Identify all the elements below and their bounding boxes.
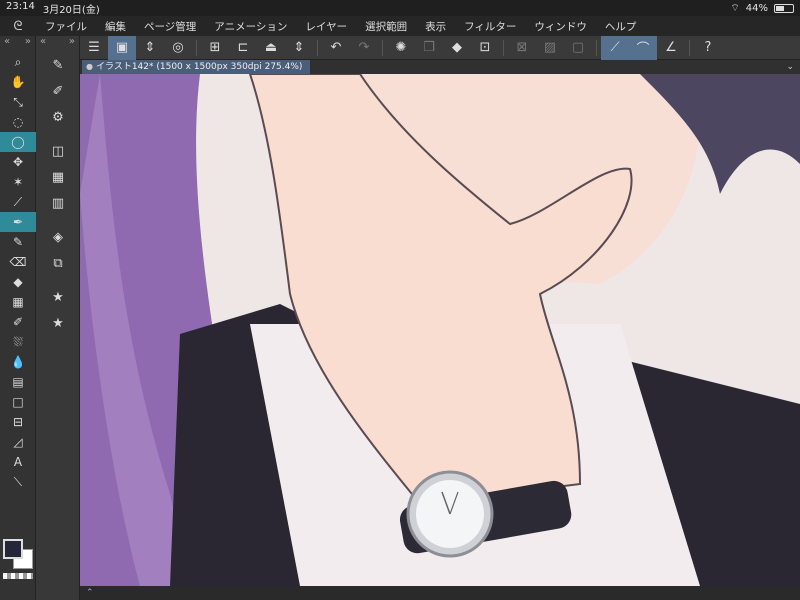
fill-bucket-icon[interactable]: ◆ — [0, 272, 36, 292]
expand-icon[interactable]: » — [69, 36, 75, 52]
lasso-icon[interactable]: ◌ — [0, 112, 36, 132]
rectangle-icon[interactable]: □ — [0, 392, 36, 412]
magic-wand-icon[interactable]: ✶ — [0, 172, 36, 192]
ruler-icon[interactable]: ◿ — [0, 432, 36, 452]
help-icon[interactable]: ? — [694, 36, 722, 60]
collapse-icon[interactable]: « — [4, 36, 10, 52]
animation-icon[interactable]: ▥ — [36, 190, 80, 216]
expand-icon[interactable]: » — [25, 36, 31, 52]
frame-border-icon[interactable]: ⊟ — [0, 412, 36, 432]
menu-selection[interactable]: 選択範囲 — [356, 19, 416, 34]
document-tab-label: イラスト142* (1500 x 1500px 350dpi 275.4%) — [96, 62, 303, 72]
menu-bar: ᘓ ファイル 編集 ページ管理 アニメーション レイヤー 選択範囲 表示 フィル… — [0, 16, 800, 36]
brush-icon[interactable]: ✐ — [0, 312, 36, 332]
zoom-icon[interactable]: ⌕ — [0, 52, 36, 72]
layers-icon[interactable]: ⧉ — [36, 250, 80, 276]
main-color-swatch[interactable] — [3, 539, 23, 559]
pencil-icon[interactable]: ✎ — [0, 232, 36, 252]
status-date: 3月20日(金) — [42, 4, 100, 16]
transform-icon[interactable]: ⊡ — [471, 36, 499, 60]
up-down-icon[interactable]: ⇕ — [136, 36, 164, 60]
transparent-color-swatch[interactable] — [3, 573, 33, 579]
status-time: 23:14 — [6, 0, 35, 12]
brush-settings-icon[interactable]: ✐ — [36, 78, 80, 104]
correction-icon[interactable]: ⟍ — [0, 472, 36, 492]
loading-icon[interactable]: ✺ — [387, 36, 415, 60]
up-down-icon[interactable]: ⇕ — [285, 36, 313, 60]
layer-property-icon[interactable]: ◫ — [36, 138, 80, 164]
menu-help[interactable]: ヘルプ — [596, 19, 646, 34]
battery-percent: 44% — [745, 2, 768, 14]
move-icon[interactable]: ✥ — [0, 152, 36, 172]
blend-icon[interactable]: 💧 — [0, 352, 36, 372]
stroke-icon[interactable]: ▢ — [564, 36, 592, 60]
bottom-bar: ⌃ — [80, 586, 800, 600]
perspective-icon[interactable]: ∠ — [657, 36, 685, 60]
document-tab[interactable]: ● イラスト142* (1500 x 1500px 350dpi 275.4%) — [82, 60, 311, 74]
toolbar-divider — [596, 39, 597, 56]
navigator-icon[interactable]: ▦ — [36, 164, 80, 190]
toolbar-divider — [382, 39, 383, 56]
menu-window[interactable]: ウィンドウ — [525, 19, 596, 34]
clear-icon[interactable]: ⊠ — [508, 36, 536, 60]
open-icon[interactable]: ⊏ — [229, 36, 257, 60]
toolbar-divider — [317, 39, 318, 56]
menu-animation[interactable]: アニメーション — [205, 19, 296, 34]
menu-view[interactable]: 表示 — [416, 19, 455, 34]
battery-level — [776, 5, 784, 11]
menu-filter[interactable]: フィルター — [455, 19, 525, 34]
hand-icon[interactable]: ✋ — [0, 72, 36, 92]
speech-bubble-icon[interactable]: ◯ — [0, 132, 36, 152]
layer-stack-icon[interactable]: ◈ — [36, 224, 80, 250]
layer-target-icon[interactable]: ◎ — [164, 36, 192, 60]
airbrush-icon[interactable]: ⛆ — [0, 332, 36, 352]
collapse-icon[interactable]: « — [40, 36, 46, 52]
menu-layer[interactable]: レイヤー — [296, 19, 356, 34]
undo-icon[interactable]: ↶ — [322, 36, 350, 60]
toolbar-divider — [503, 39, 504, 56]
copy-icon[interactable]: ❐ — [415, 36, 443, 60]
subpalette-controls: « » — [36, 36, 79, 52]
menu-page[interactable]: ページ管理 — [135, 19, 205, 34]
gradient-icon[interactable]: ▤ — [0, 372, 36, 392]
pen-icon[interactable]: ✒ — [0, 212, 36, 232]
menu-edit[interactable]: 編集 — [96, 19, 135, 34]
special-ruler-icon[interactable]: ⌒ — [629, 35, 657, 60]
color-indicator[interactable] — [3, 539, 33, 569]
toolbar-divider — [689, 39, 690, 56]
text-icon[interactable]: A — [0, 452, 36, 472]
menu-file[interactable]: ファイル — [36, 19, 96, 34]
sub-tool-palette: « » ✎ ✐ ⚙ ◫ ▦ ▥ ◈ ⧉ ★ ★ — [36, 36, 80, 600]
chevron-down-icon[interactable]: ⌄ — [786, 60, 794, 74]
pattern-icon[interactable]: ▦ — [0, 292, 36, 312]
toolbar-divider — [196, 39, 197, 56]
drawing-canvas[interactable] — [80, 74, 800, 586]
menu-icon[interactable]: ☰ — [80, 36, 108, 60]
canvas-mode-icon[interactable]: ▣ — [108, 35, 136, 60]
favorite-2-icon[interactable]: ★ — [36, 310, 80, 336]
tool-palette: « » ⌕ ✋ ⤡ ◌ ◯ ✥ ✶ ⟋ ✒ ✎ ⌫ ◆ ▦ ✐ ⛆ 💧 ▤ □ … — [0, 36, 36, 600]
document-tab-bar: ● イラスト142* (1500 x 1500px 350dpi 275.4%)… — [80, 60, 800, 74]
tab-close-icon[interactable]: ● — [86, 60, 93, 74]
fill-icon[interactable]: ◆ — [443, 36, 471, 60]
select-icon[interactable]: ⤡ — [0, 92, 36, 112]
ios-status-bar: 23:14 3月20日(金) ⌔ 44% — [0, 0, 800, 16]
wifi-icon: ⌔ — [730, 2, 740, 14]
redo-icon[interactable]: ↷ — [350, 36, 378, 60]
artwork — [80, 74, 800, 586]
palette-controls: « » — [0, 36, 35, 52]
pen-settings-icon[interactable]: ✎ — [36, 52, 80, 78]
save-icon[interactable]: ⏏ — [257, 36, 285, 60]
command-bar: ☰ ▣ ⇕ ◎ ⊞ ⊏ ⏏ ⇕ ↶ ↷ ✺ ❐ ◆ ⊡ ⊠ ▨ ▢ ⟋ ⌒ ∠ … — [80, 35, 800, 60]
new-document-icon[interactable]: ⊞ — [201, 36, 229, 60]
airbrush-settings-icon[interactable]: ⚙ — [36, 104, 80, 130]
ruler-snap-icon[interactable]: ⟋ — [601, 35, 629, 60]
frame-icon[interactable]: ▨ — [536, 36, 564, 60]
eyedropper-icon[interactable]: ⟋ — [0, 192, 36, 212]
favorite-icon[interactable]: ★ — [36, 284, 80, 310]
chevron-up-icon[interactable]: ⌃ — [86, 588, 94, 598]
battery-icon — [774, 3, 794, 13]
app-logo-icon[interactable]: ᘓ — [0, 19, 36, 34]
eraser-icon[interactable]: ⌫ — [0, 252, 36, 272]
